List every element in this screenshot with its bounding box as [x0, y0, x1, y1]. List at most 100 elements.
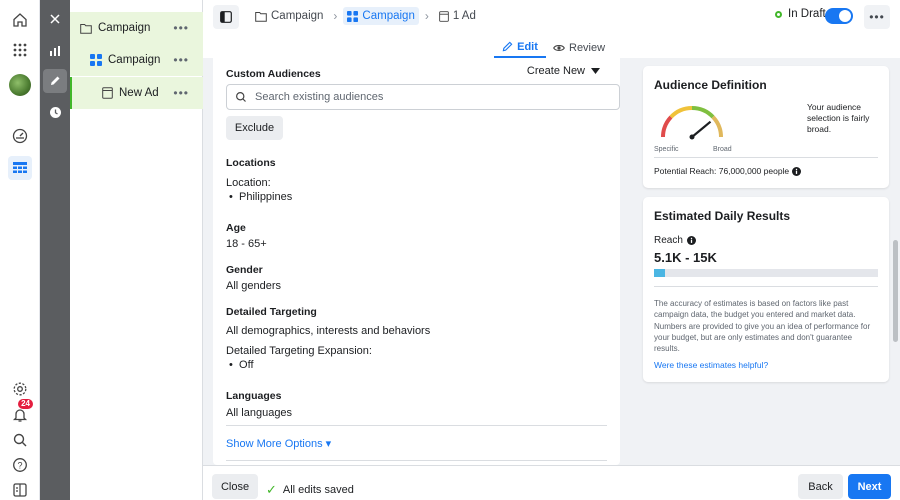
status-dot-icon	[775, 10, 782, 18]
targeting-expansion-label: Detailed Targeting Expansion:	[226, 345, 372, 357]
ad-set-grid-icon	[90, 54, 102, 66]
more-menu-button[interactable]: •••	[864, 5, 890, 29]
search-icon	[235, 91, 247, 103]
left-nav-rail: 24 ?	[0, 0, 40, 500]
dashboard-gauge-icon[interactable]	[8, 124, 32, 148]
tree-item-label: New Ad	[119, 87, 159, 99]
tab-review[interactable]: Review	[553, 37, 605, 58]
more-options-icon[interactable]: •••	[173, 86, 189, 100]
potential-reach: Potential Reach: 76,000,000 people	[654, 166, 802, 176]
save-status: ✓ All edits saved	[266, 482, 354, 498]
main-content: Custom Audiences Create New Exclude Loca…	[203, 58, 630, 465]
languages-title: Languages	[226, 390, 282, 402]
create-new-label: Create New	[526, 65, 585, 77]
audience-search-input[interactable]	[255, 91, 595, 103]
audience-gauge	[661, 106, 723, 140]
home-icon[interactable]	[8, 8, 32, 32]
reach-bar-fill	[654, 269, 666, 277]
location-value: • Philippines	[226, 191, 293, 203]
gender-title: Gender	[226, 264, 263, 276]
draft-status-label: In Draft	[788, 8, 826, 20]
breadcrumb-label: 1 Ad	[452, 10, 476, 22]
more-options-icon[interactable]: •••	[173, 21, 189, 35]
gender-value: All genders	[226, 280, 282, 292]
caret-down-icon	[591, 68, 600, 74]
save-status-label: All edits saved	[282, 484, 354, 496]
ad-document-icon	[102, 87, 113, 99]
panel-icon[interactable]	[8, 478, 32, 500]
edit-pencil-icon[interactable]	[43, 69, 67, 93]
svg-text:?: ?	[17, 460, 22, 470]
pencil-icon	[502, 41, 513, 52]
close-button[interactable]: Close	[212, 474, 258, 499]
chevron-right-icon: ›	[424, 9, 429, 23]
panel-toggle-button[interactable]	[213, 5, 239, 29]
folder-icon	[80, 23, 92, 34]
top-bar: Campaign › Campaign › 1 Ad In Draft •••	[203, 0, 900, 34]
daily-results-title: Estimated Daily Results	[654, 209, 791, 223]
breadcrumb-label: Campaign	[271, 10, 324, 22]
age-title: Age	[226, 222, 246, 234]
close-icon[interactable]	[43, 7, 67, 31]
location-item: Philippines	[239, 191, 293, 203]
detailed-targeting-title: Detailed Targeting	[226, 306, 317, 318]
show-more-options-link[interactable]: Show More Options ▾	[226, 437, 331, 450]
breadcrumb-ad-set[interactable]: Campaign	[343, 7, 419, 25]
tree-item-label: Campaign	[108, 54, 161, 66]
reach-label-row: Reach	[654, 235, 696, 246]
tab-label: Edit	[517, 40, 538, 53]
custom-audiences-title: Custom Audiences	[226, 68, 321, 80]
info-icon[interactable]	[686, 236, 696, 245]
notifications-bell-icon[interactable]: 24	[8, 399, 33, 427]
profile-avatar[interactable]	[8, 73, 32, 97]
clock-icon[interactable]	[43, 100, 67, 124]
next-button[interactable]: Next	[848, 474, 891, 499]
gauge-broad-label: Broad	[713, 146, 732, 153]
chart-icon[interactable]	[43, 39, 67, 63]
chevron-right-icon: ›	[333, 9, 338, 23]
breadcrumb: Campaign › Campaign › 1 Ad	[251, 7, 480, 25]
scrollbar[interactable]	[893, 240, 898, 342]
locations-title: Locations	[226, 157, 276, 169]
draft-status: In Draft	[775, 8, 826, 20]
divider	[654, 157, 878, 158]
right-panel: Audience Definition Specific Broad Your …	[630, 58, 900, 465]
publish-toggle[interactable]	[825, 8, 853, 24]
breadcrumb-campaign[interactable]: Campaign	[251, 7, 327, 25]
tab-label: Review	[569, 41, 606, 54]
breadcrumb-label: Campaign	[362, 10, 415, 22]
breadcrumb-ads[interactable]: 1 Ad	[435, 7, 480, 25]
location-label: Location:	[226, 177, 271, 189]
estimates-disclaimer: The accuracy of estimates is based on fa…	[654, 299, 871, 354]
ad-document-icon	[439, 10, 449, 22]
apps-grid-icon[interactable]	[8, 38, 32, 62]
ads-manager-table-icon[interactable]	[8, 156, 32, 180]
more-options-icon[interactable]: •••	[173, 53, 189, 67]
notification-count-badge: 24	[18, 399, 33, 409]
settings-icon[interactable]	[8, 377, 32, 401]
audience-definition-card: Audience Definition Specific Broad Your …	[643, 66, 889, 188]
potential-reach-text: Potential Reach: 76,000,000 people	[654, 166, 790, 176]
age-value: 18 - 65+	[226, 238, 267, 250]
tree-item-campaign[interactable]: Campaign •••	[70, 12, 203, 44]
gauge-specific-label: Specific	[654, 146, 679, 153]
tab-edit[interactable]: Edit	[494, 37, 546, 58]
back-button[interactable]: Back	[798, 474, 843, 499]
tree-item-label: Campaign	[98, 22, 151, 34]
divider	[226, 425, 607, 426]
eye-icon	[553, 43, 565, 53]
divider	[654, 286, 878, 287]
exclude-button[interactable]: Exclude	[226, 116, 283, 140]
estimates-helpful-link[interactable]: Were these estimates helpful?	[654, 360, 768, 370]
info-icon[interactable]	[792, 166, 802, 176]
folder-icon	[255, 11, 267, 22]
tree-item-ad-set[interactable]: Campaign •••	[70, 44, 203, 76]
divider	[226, 460, 607, 461]
campaign-tree-panel: Campaign ••• Campaign ••• New Ad •••	[70, 0, 203, 500]
tree-item-new-ad[interactable]: New Ad •••	[70, 77, 203, 109]
audience-search-field[interactable]	[226, 84, 620, 110]
search-icon[interactable]	[8, 428, 32, 452]
help-icon[interactable]: ?	[8, 453, 32, 477]
languages-value: All languages	[226, 407, 293, 419]
create-new-dropdown[interactable]: Create New	[527, 65, 600, 77]
